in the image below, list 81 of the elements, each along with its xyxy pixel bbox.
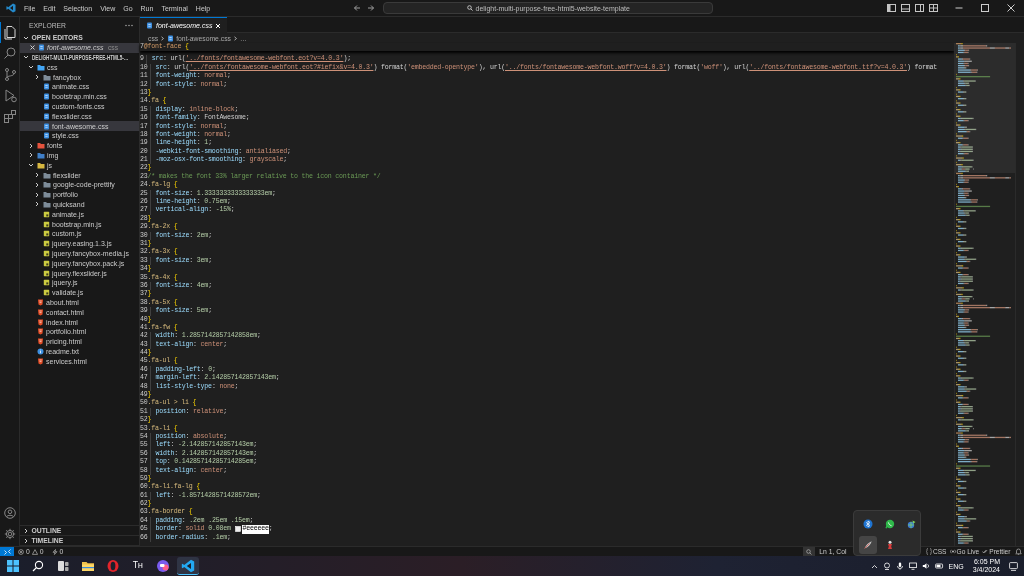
html-file-icon (36, 298, 44, 306)
taskbar-button[interactable] (177, 557, 199, 575)
extensions-icon (3, 109, 17, 124)
js-file-icon (42, 289, 50, 297)
start-icon (6, 558, 20, 573)
activity-tab[interactable] (0, 22, 19, 43)
run-debug-icon (3, 88, 17, 103)
html-file-icon (36, 357, 44, 365)
globe-icon (907, 518, 917, 529)
css-file-icon (167, 34, 175, 42)
back-arrow-icon[interactable] (353, 4, 362, 12)
warning-icon (31, 548, 38, 555)
more-icon[interactable] (125, 23, 133, 27)
bell-icon[interactable] (1015, 548, 1022, 555)
js-file-icon (42, 259, 50, 267)
task-view-icon (56, 558, 70, 573)
webcam-icon[interactable] (882, 562, 891, 570)
tray-item[interactable] (859, 535, 877, 554)
js-file-icon (42, 279, 50, 287)
braces-icon (925, 548, 932, 555)
folder-icon (42, 73, 51, 81)
ring-logo-icon (106, 558, 120, 573)
battery-icon[interactable] (934, 562, 944, 570)
error-icon (18, 548, 24, 555)
css-file-icon (42, 132, 50, 140)
css-file-icon (42, 122, 50, 130)
chevron-up-icon[interactable] (870, 562, 878, 570)
taskbar-button[interactable]: Tн (127, 557, 149, 575)
files-icon (3, 25, 17, 40)
html-file-icon (36, 338, 44, 346)
monitor-icon[interactable] (908, 562, 917, 570)
remote-icon (3, 548, 11, 555)
search-icon (31, 558, 45, 573)
bluetooth-icon (863, 518, 873, 529)
secondary-sidebar-icon[interactable] (915, 4, 924, 12)
zoom-button[interactable] (803, 547, 816, 556)
panel-layout-icon[interactable] (901, 4, 910, 12)
forward-arrow-icon[interactable] (367, 4, 376, 12)
chat-icon (885, 518, 895, 529)
branch-icon (3, 67, 17, 82)
color-swatch-icon[interactable] (235, 526, 242, 533)
close-icon[interactable] (1007, 4, 1015, 12)
figure-icon (885, 539, 895, 550)
search-icon (466, 5, 473, 11)
feather-icon (863, 539, 873, 550)
chevron-right-icon (160, 35, 166, 41)
microphone-icon[interactable] (895, 562, 904, 570)
css-file-icon (146, 22, 153, 29)
js-file-icon (42, 220, 50, 228)
code-editor-icon (181, 558, 195, 573)
minimize-icon[interactable] (955, 4, 963, 12)
sidebar-layout-icon[interactable] (887, 4, 896, 12)
remote-button[interactable] (0, 547, 14, 556)
search-icon (3, 46, 17, 61)
css-file-icon (42, 112, 50, 120)
broadcast-icon (949, 548, 956, 555)
layout-grid-icon[interactable] (929, 4, 938, 12)
zoom-icon (806, 548, 813, 555)
html-file-icon (36, 318, 44, 326)
logo-icon (6, 3, 16, 13)
close-icon[interactable] (30, 45, 35, 51)
js-file-icon (42, 269, 50, 277)
chevron-right-icon (233, 35, 238, 41)
settings-icon[interactable] (3, 528, 16, 540)
chat-bubble-icon (156, 558, 170, 573)
html-file-icon (36, 328, 44, 336)
js-file-icon (42, 210, 50, 218)
chevron-down-icon (23, 34, 29, 41)
maximize-icon[interactable] (981, 4, 989, 12)
css-file-icon (42, 83, 50, 91)
double-check-icon (982, 548, 989, 555)
js-file-icon (42, 230, 50, 238)
minimap-drawing[interactable] (954, 43, 1015, 546)
notification-icon[interactable] (1009, 561, 1018, 571)
info-icon (36, 347, 44, 355)
html-file-icon (36, 308, 44, 316)
speaker-icon[interactable] (921, 562, 930, 570)
chevron-down-icon (23, 54, 29, 61)
ports-icon (51, 548, 58, 555)
css-file-icon (37, 44, 45, 52)
account-icon[interactable] (3, 507, 16, 519)
